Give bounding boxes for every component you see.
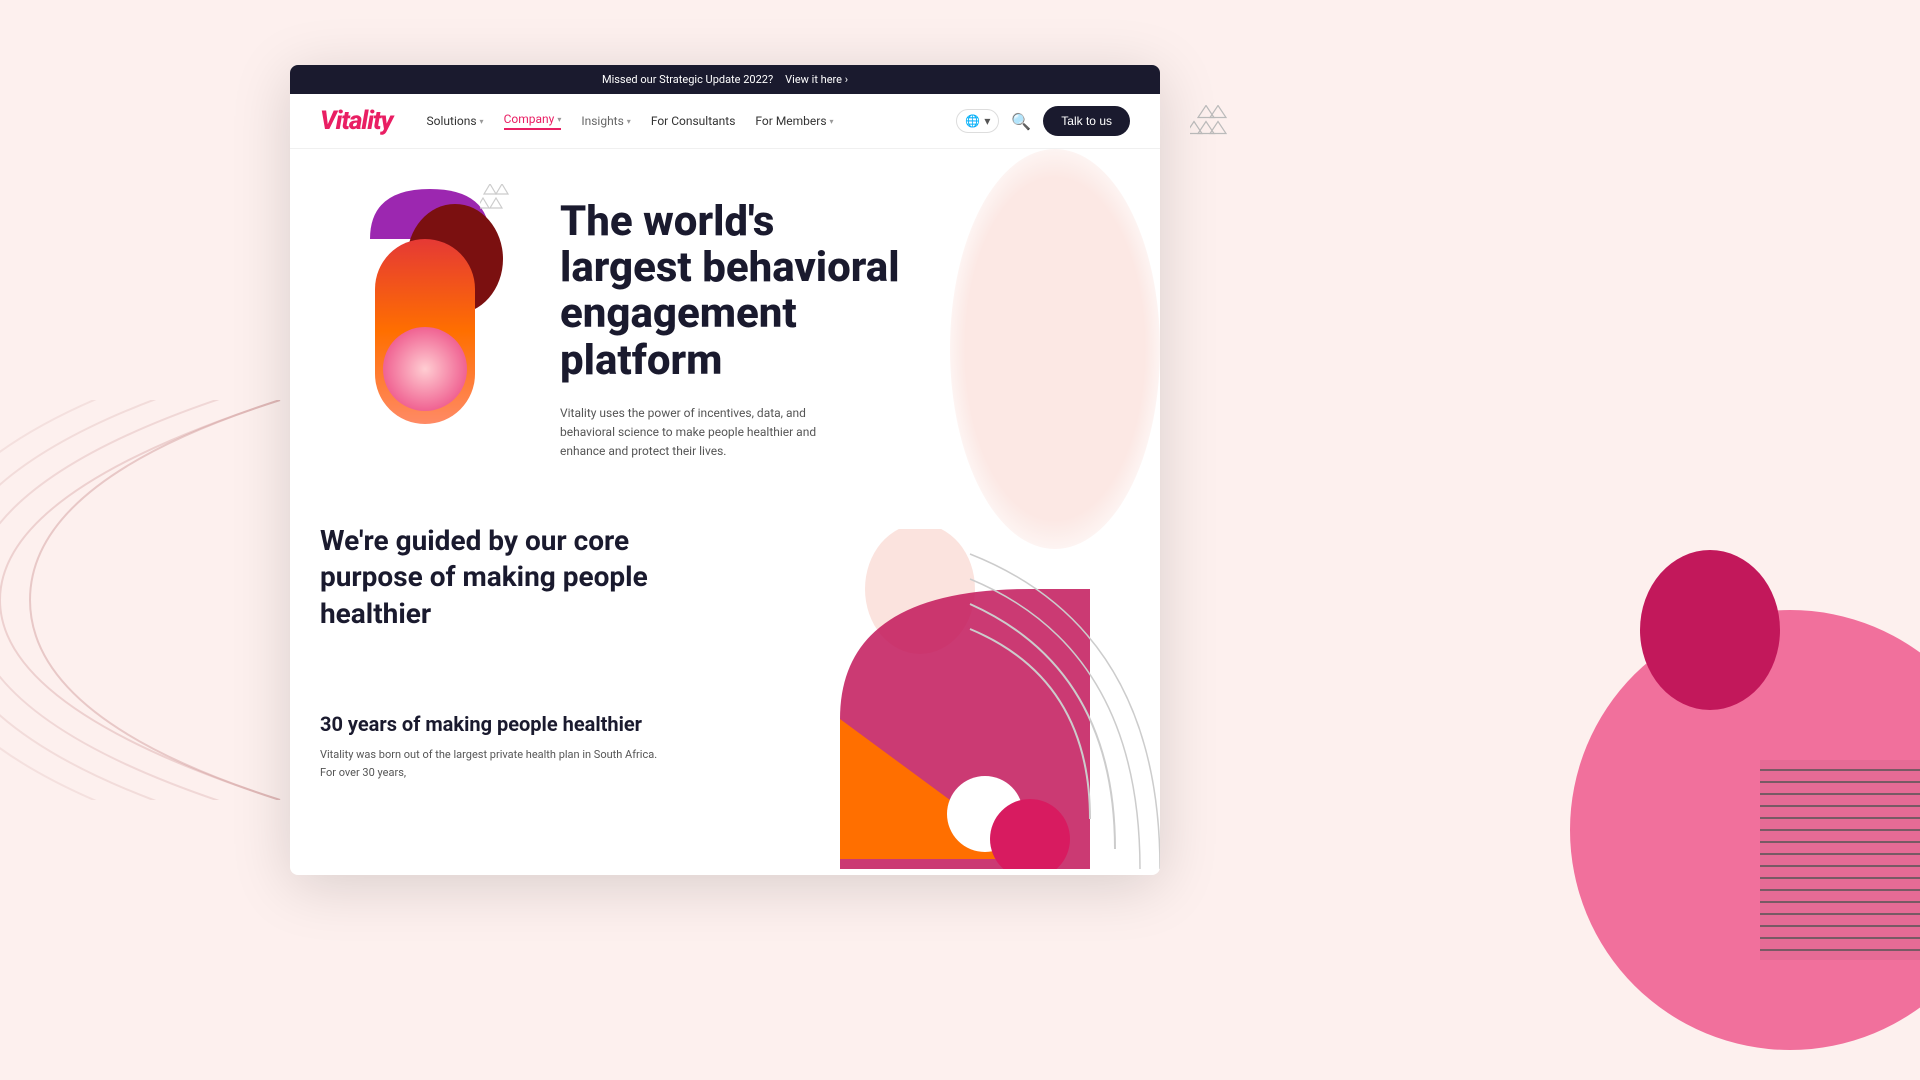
nav-solutions[interactable]: Solutions ▾ (427, 114, 484, 128)
hero-text: The world's largest behavioral engagemen… (560, 189, 1130, 461)
nav-company[interactable]: Company ▾ (504, 112, 562, 130)
globe-chevron: ▾ (984, 114, 990, 128)
nav-right: 🌐 ▾ 🔍 Talk to us (956, 106, 1130, 136)
right-main-decoration (1470, 410, 1920, 1060)
announcement-bar: Missed our Strategic Update 2022? View i… (290, 65, 1160, 94)
nav-insights[interactable]: Insights ▾ (581, 114, 630, 128)
core-purpose-heading: We're guided by our core purpose of maki… (320, 523, 680, 632)
members-chevron: ▾ (830, 117, 834, 126)
hero-illustration (320, 179, 540, 463)
right-quarter-circle (830, 529, 1160, 869)
small-triangles-icon (480, 184, 530, 224)
announcement-text: Missed our Strategic Update 2022? (602, 73, 773, 86)
browser-window: Missed our Strategic Update 2022? View i… (290, 65, 1160, 875)
globe-icon: 🌐 (965, 114, 980, 128)
vitality-logo[interactable]: Vitality (320, 106, 393, 136)
hero-section: The world's largest behavioral engagemen… (320, 149, 1130, 463)
quarter-circle-graphic (830, 529, 1160, 869)
search-button[interactable]: 🔍 (1011, 112, 1031, 131)
left-arc-decoration (0, 400, 300, 800)
talk-to-us-button[interactable]: Talk to us (1043, 106, 1130, 136)
nav-links: Solutions ▾ Company ▾ Insights ▾ For Con… (427, 112, 933, 130)
navbar: Vitality Solutions ▾ Company ▾ Insights … (290, 94, 1160, 149)
insights-chevron: ▾ (627, 117, 631, 126)
main-content: The world's largest behavioral engagemen… (290, 149, 1160, 869)
announcement-link[interactable]: View it here › (785, 73, 848, 86)
hero-subtext: Vitality uses the power of incentives, d… (560, 404, 860, 462)
solutions-chevron: ▾ (480, 117, 484, 126)
company-chevron: ▾ (557, 115, 561, 124)
nav-members[interactable]: For Members ▾ (755, 114, 833, 128)
globe-button[interactable]: 🌐 ▾ (956, 109, 999, 133)
search-icon: 🔍 (1011, 112, 1031, 131)
nav-consultants[interactable]: For Consultants (651, 114, 736, 128)
hero-heading: The world's largest behavioral engagemen… (560, 199, 1130, 384)
right-triangles-decoration (1190, 105, 1270, 170)
years-text: Vitality was born out of the largest pri… (320, 746, 670, 781)
